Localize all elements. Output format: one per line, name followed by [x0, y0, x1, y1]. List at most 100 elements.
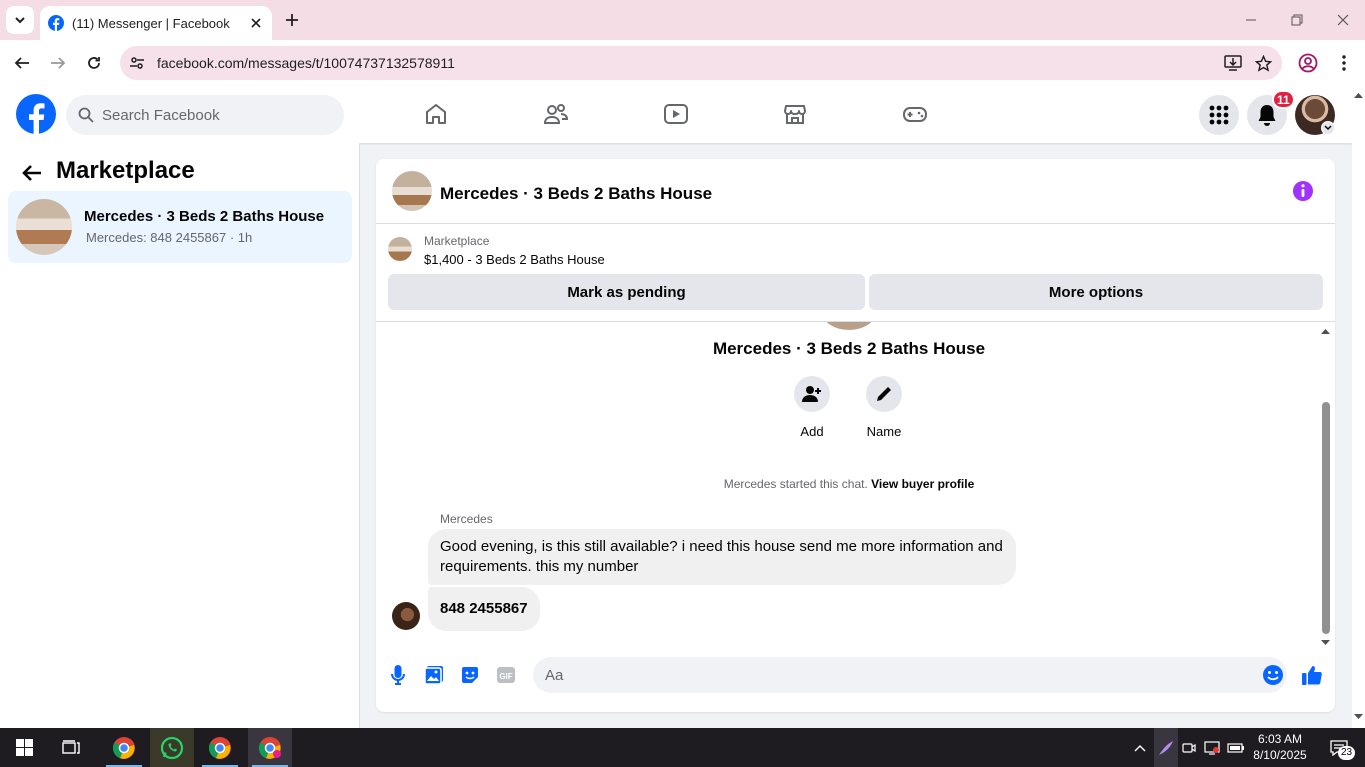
more-options-button[interactable]: More options: [869, 274, 1323, 310]
send-like-button[interactable]: [1300, 663, 1324, 687]
show-hidden-icons-button[interactable]: [1130, 728, 1150, 767]
nav-marketplace[interactable]: [780, 100, 810, 128]
view-buyer-profile-link[interactable]: View buyer profile: [871, 477, 974, 491]
name-action[interactable]: Name: [864, 376, 904, 439]
pencil-icon: [877, 387, 891, 401]
reload-button[interactable]: [81, 50, 107, 76]
notifications-badge: 11: [1272, 90, 1295, 109]
browser-tab-strip: (11) Messenger | Facebook: [0, 0, 1365, 40]
taskbar-whatsapp[interactable]: [150, 728, 194, 767]
browser-toolbar: facebook.com/messages/t/1007473713257891…: [0, 40, 1365, 86]
tune-icon: [130, 57, 144, 69]
start-button[interactable]: [2, 728, 46, 767]
back-button[interactable]: [9, 50, 35, 76]
mark-as-pending-button[interactable]: Mark as pending: [388, 274, 865, 310]
taskbar-chrome-profile-2[interactable]: [198, 728, 242, 767]
address-bar[interactable]: facebook.com/messages/t/1007473713257891…: [120, 46, 1282, 80]
restore-icon: [1291, 14, 1303, 26]
install-app-button[interactable]: [1218, 48, 1248, 78]
message-bubble[interactable]: Good evening, is this still available? i…: [428, 529, 1016, 585]
emoji-button[interactable]: [1261, 663, 1285, 687]
action-center-button[interactable]: 23: [1320, 728, 1358, 767]
add-label: Add: [800, 424, 824, 439]
tray-pen-app[interactable]: [1154, 728, 1178, 767]
add-people-action[interactable]: Add: [792, 376, 832, 439]
listing-price-title[interactable]: $1,400 - 3 Beds 2 Baths House: [424, 252, 605, 267]
sticker-button[interactable]: [458, 663, 482, 687]
chat-started-notice: Mercedes started this chat. View buyer p…: [376, 477, 1322, 491]
add-person-button[interactable]: [794, 376, 830, 412]
tray-display[interactable]: [1202, 728, 1222, 767]
chat-header-avatar[interactable]: [392, 171, 432, 211]
tray-meet-now[interactable]: [1180, 728, 1198, 767]
back-arrow-icon[interactable]: [20, 161, 44, 185]
nav-home[interactable]: [421, 100, 451, 128]
chrome-icon: [258, 736, 281, 759]
forward-button[interactable]: [45, 50, 71, 76]
message-list: Mercedes · 3 Beds 2 Baths House Add Name…: [376, 321, 1335, 651]
nav-gaming[interactable]: [900, 100, 930, 128]
restore-button[interactable]: [1285, 8, 1309, 32]
chevron-down-icon: [15, 17, 25, 24]
page-scrollbar[interactable]: [1352, 86, 1365, 728]
bookmark-star-button[interactable]: [1248, 48, 1278, 78]
message-bubble[interactable]: 848 2455867: [428, 587, 540, 631]
message-input-box[interactable]: [533, 657, 1287, 693]
windows-logo-icon: [15, 739, 33, 756]
account-circle-icon: [1298, 53, 1318, 73]
star-icon: [1254, 54, 1272, 72]
message-input[interactable]: [545, 666, 1225, 684]
sender-avatar[interactable]: [392, 602, 420, 630]
notification-count: 23: [1338, 746, 1356, 760]
nav-watch[interactable]: [661, 100, 691, 128]
tab-close-button[interactable]: [244, 11, 268, 35]
conversation-item[interactable]: Mercedes · 3 Beds 2 Baths House Mercedes…: [8, 191, 352, 263]
account-menu-chevron[interactable]: [1321, 121, 1335, 135]
minimize-button[interactable]: [1239, 8, 1263, 32]
message-scrollbar[interactable]: [1319, 322, 1333, 651]
menu-button[interactable]: [1199, 95, 1239, 135]
tray-battery[interactable]: [1226, 728, 1246, 767]
search-input[interactable]: [102, 106, 322, 124]
plus-icon: [286, 14, 298, 26]
microphone-icon: [391, 665, 405, 685]
friends-icon: [543, 104, 569, 124]
taskbar-clock[interactable]: 6:03 AM 8/10/2025: [1248, 731, 1312, 763]
site-info-button[interactable]: [120, 46, 154, 80]
facebook-top-nav: 11: [0, 86, 1352, 143]
chat-header-title[interactable]: Mercedes · 3 Beds 2 Baths House: [440, 184, 712, 204]
info-icon[interactable]: [1292, 180, 1314, 202]
close-icon: [251, 18, 261, 28]
listing-source-label: Marketplace: [424, 234, 490, 248]
listing-thumbnail[interactable]: [388, 237, 412, 261]
facebook-search-box[interactable]: [66, 95, 344, 135]
taskbar-chrome-profile-3[interactable]: [248, 728, 292, 767]
task-view-button[interactable]: [50, 728, 94, 767]
scrollbar-thumb[interactable]: [1322, 402, 1330, 634]
watch-icon: [664, 104, 688, 124]
marketplace-icon: [784, 105, 806, 124]
marketplace-sidebar: Marketplace Mercedes · 3 Beds 2 Baths Ho…: [0, 143, 360, 728]
nav-friends[interactable]: [541, 100, 571, 128]
bell-icon: [1258, 105, 1276, 126]
install-icon: [1224, 55, 1242, 71]
attach-photo-button[interactable]: [422, 663, 446, 687]
name-button[interactable]: [866, 376, 902, 412]
profile-button[interactable]: [1295, 50, 1321, 76]
gif-icon: GIF: [497, 667, 515, 683]
browser-tab-messenger[interactable]: (11) Messenger | Facebook: [40, 6, 272, 40]
taskbar-chrome-profile-1[interactable]: [102, 728, 146, 767]
feather-pen-icon: [1159, 740, 1173, 755]
chevron-up-icon: [1134, 744, 1146, 751]
url-text: facebook.com/messages/t/1007473713257891…: [157, 55, 455, 71]
facebook-logo-icon[interactable]: [16, 94, 56, 134]
gif-button[interactable]: GIF: [494, 663, 518, 687]
new-tab-button[interactable]: [280, 8, 304, 32]
voice-clip-button[interactable]: [386, 663, 410, 687]
grid-menu-icon: [1209, 105, 1229, 125]
close-window-button[interactable]: [1331, 8, 1355, 32]
thread-name: Mercedes · 3 Beds 2 Baths House: [712, 339, 986, 358]
browser-menu-button[interactable]: [1331, 50, 1357, 76]
image-icon: [424, 666, 443, 685]
tab-search-dropdown[interactable]: [6, 6, 34, 34]
